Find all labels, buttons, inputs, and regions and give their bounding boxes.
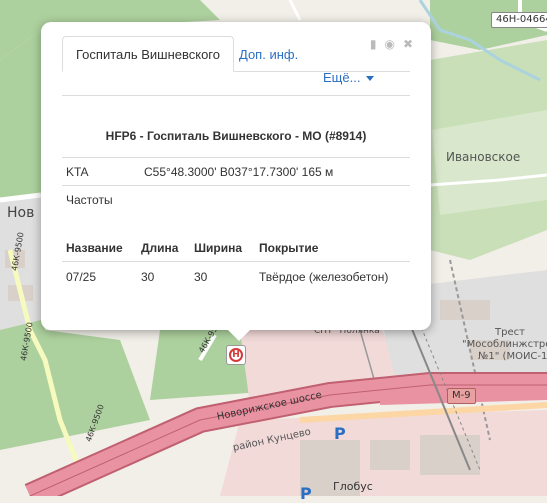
map-label-globus: Глобус	[333, 480, 373, 493]
map-label-trest: Трест	[495, 327, 525, 338]
more-dropdown[interactable]: Ещё...	[323, 70, 375, 85]
info-popup: Госпиталь Вишневского Доп. инф. Ещё... ▮…	[41, 22, 431, 330]
runway-header-width: Ширина	[194, 241, 243, 255]
caret-down-icon	[366, 76, 375, 82]
popup-pointer	[227, 329, 251, 341]
map-label-novo: Нов	[7, 205, 35, 221]
kta-value: С55°48.3000' В037°17.7300' 165 м	[144, 165, 334, 179]
file-icon[interactable]: ▮	[370, 37, 377, 51]
divider	[62, 95, 410, 96]
map-label-n1: №1" (МОИС-1)	[478, 351, 547, 362]
heliport-marker-icon[interactable]: H	[226, 345, 246, 365]
map-label-ivanovskoe: Ивановское	[446, 150, 521, 164]
tab-hospital[interactable]: Госпиталь Вишневского	[62, 36, 234, 72]
popup-toolbar: ▮ ◉ ✖	[362, 37, 413, 51]
divider	[62, 185, 410, 186]
frequencies-label: Частоты	[66, 193, 113, 207]
runway-cell-surface: Твёрдое (железобетон)	[259, 270, 389, 284]
tab-extra-info[interactable]: Доп. инф.	[239, 47, 298, 62]
divider	[62, 261, 410, 262]
road-shield-46n-04664: 46Н-04664	[491, 12, 547, 28]
runway-header-surface: Покрытие	[259, 241, 319, 255]
close-icon[interactable]: ✖	[403, 37, 413, 51]
road-shield-m9: М-9	[447, 388, 476, 404]
map-label-mosoblinzh: "Мособлинжстрой	[462, 339, 547, 350]
runway-cell-width: 30	[194, 270, 208, 284]
parking-icon: P	[300, 484, 312, 503]
runway-cell-length: 30	[141, 270, 155, 284]
heliport-symbol: H	[229, 348, 243, 362]
eye-icon[interactable]: ◉	[384, 37, 394, 51]
divider	[62, 157, 410, 158]
kta-label: KTA	[66, 165, 89, 179]
runway-header-name: Название	[66, 241, 123, 255]
parking-icon: P	[334, 424, 346, 443]
more-dropdown-label: Ещё...	[323, 70, 361, 85]
runway-header-length: Длина	[141, 241, 179, 255]
facility-title: HFP6 - Госпиталь Вишневского - MO (#8914…	[105, 129, 367, 143]
runway-cell-name: 07/25	[66, 270, 97, 284]
